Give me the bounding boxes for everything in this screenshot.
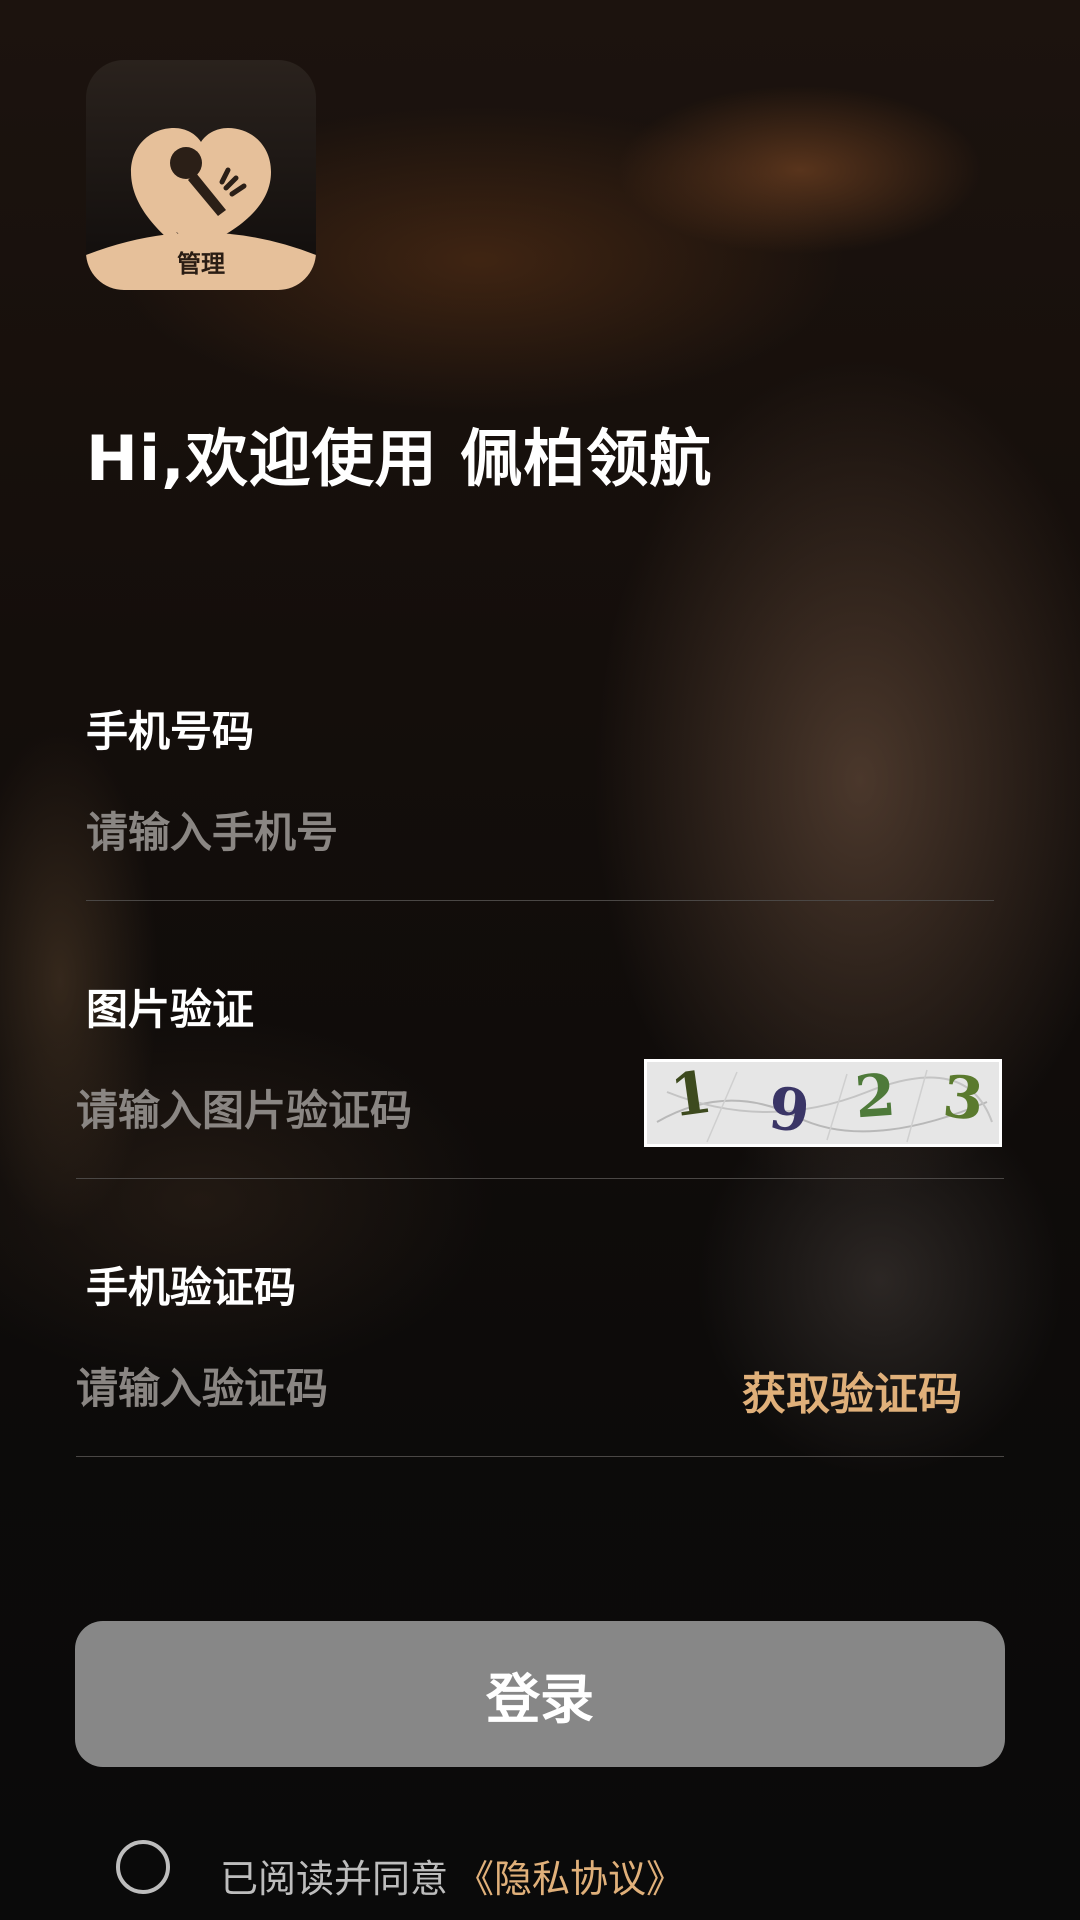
login-button[interactable]: 登录 bbox=[75, 1621, 1005, 1767]
phone-input[interactable] bbox=[86, 800, 986, 864]
agreement-radio[interactable] bbox=[116, 1840, 170, 1894]
image-captcha-divider bbox=[76, 1178, 1004, 1179]
captcha-char: 9 bbox=[765, 1074, 813, 1146]
app-logo: 管理 bbox=[86, 60, 316, 290]
logo-label: 管理 bbox=[177, 250, 225, 278]
captcha-image[interactable]: 1 9 2 3 bbox=[644, 1059, 1002, 1147]
sms-code-input[interactable] bbox=[76, 1356, 636, 1420]
captcha-char: 2 bbox=[852, 1060, 898, 1132]
get-code-button[interactable]: 获取验证码 bbox=[742, 1358, 962, 1422]
image-captcha-label: 图片验证 bbox=[86, 985, 255, 1034]
sms-code-label: 手机验证码 bbox=[86, 1263, 297, 1312]
sms-code-divider bbox=[76, 1456, 1004, 1457]
agreement-text: 已阅读并同意 bbox=[220, 1857, 449, 1901]
captcha-char: 3 bbox=[940, 1062, 987, 1134]
phone-label: 手机号码 bbox=[86, 707, 255, 756]
welcome-title: Hi,欢迎使用 佩柏领航 bbox=[86, 422, 713, 495]
privacy-policy-link[interactable]: 《隐私协议》 bbox=[456, 1848, 684, 1903]
phone-divider bbox=[86, 900, 994, 901]
image-captcha-input[interactable] bbox=[76, 1078, 616, 1142]
